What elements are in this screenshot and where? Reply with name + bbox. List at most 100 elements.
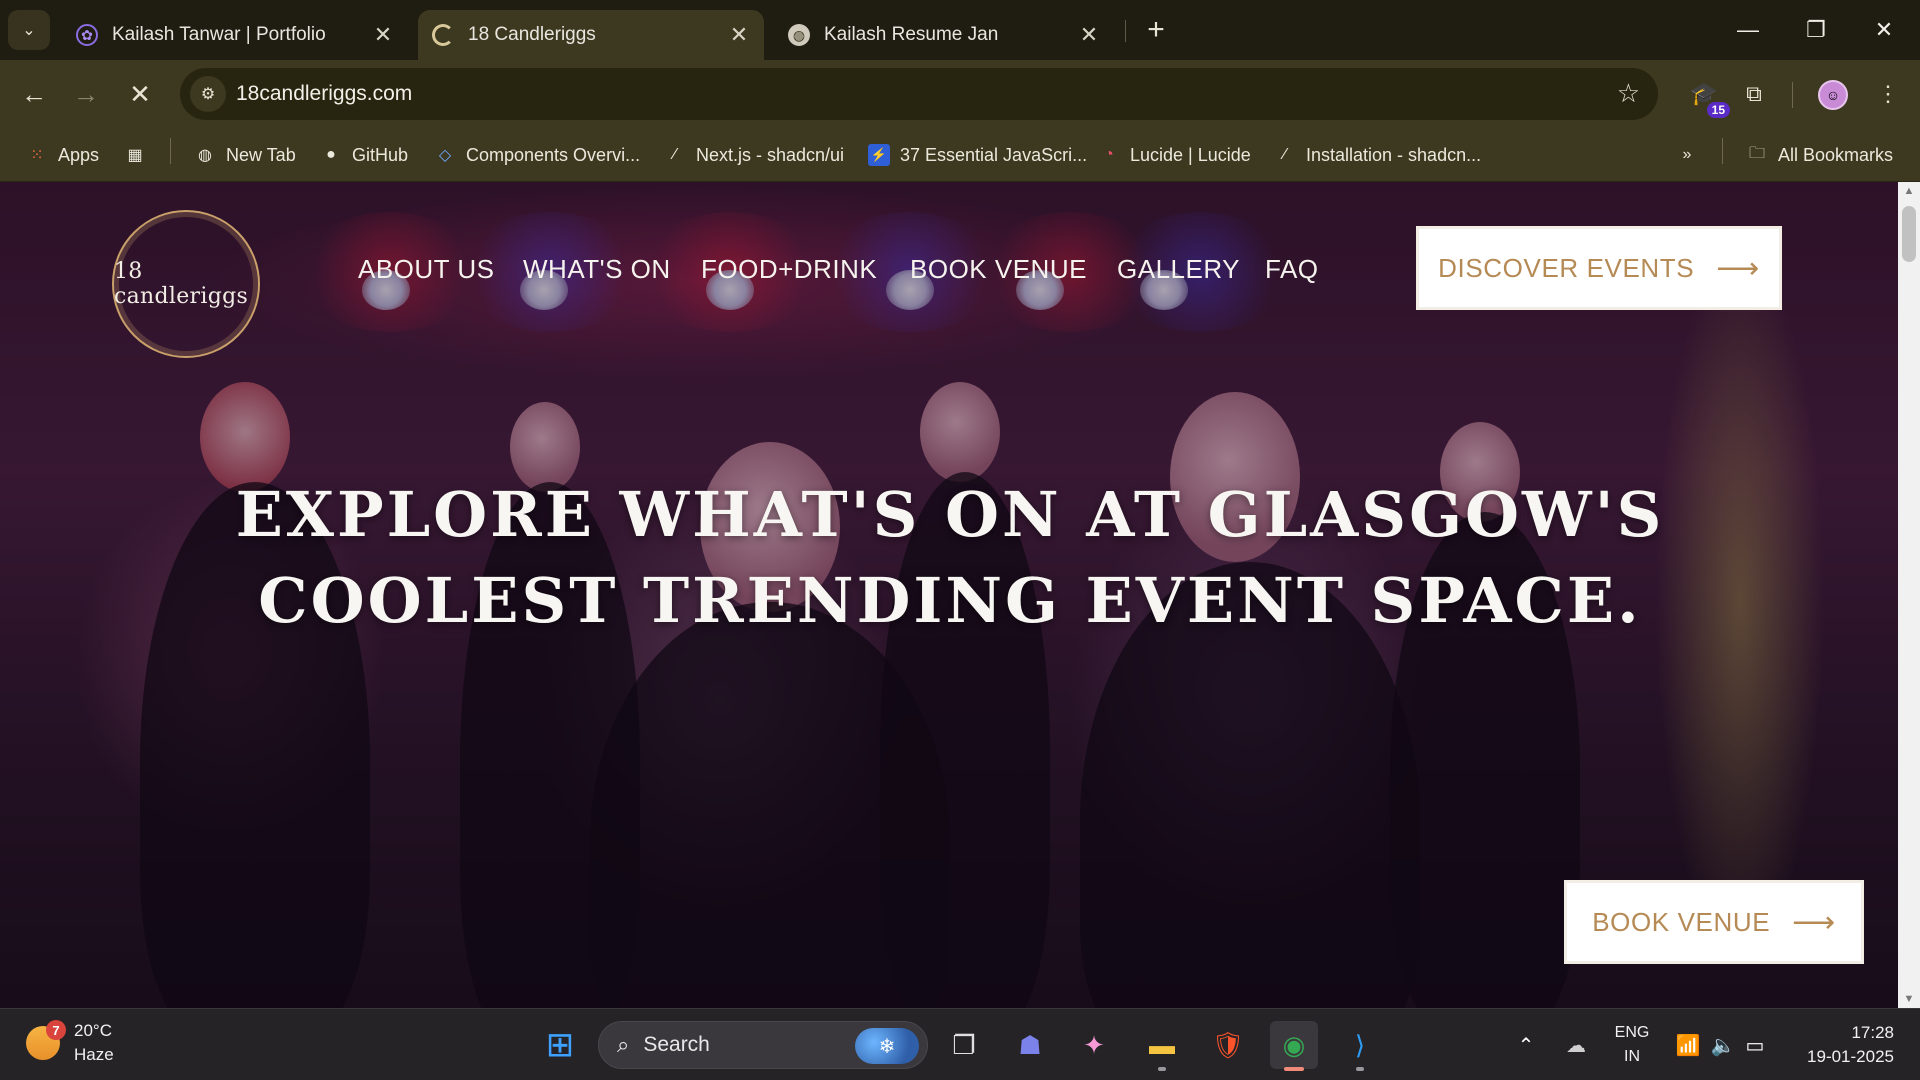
url-text[interactable]: 18candleriggs.com bbox=[236, 82, 412, 106]
nav-food-drink[interactable]: FOOD+DRINK bbox=[701, 254, 877, 285]
forward-button[interactable]: → bbox=[66, 74, 106, 114]
minimize-button[interactable]: — bbox=[1714, 8, 1782, 52]
quick-settings-button[interactable]: 📶 🔈 ▭ bbox=[1664, 1021, 1776, 1069]
close-tab-icon[interactable]: ✕ bbox=[728, 22, 750, 48]
bookmark-label: GitHub bbox=[352, 144, 409, 165]
close-tab-icon[interactable]: ✕ bbox=[372, 22, 394, 48]
bookmark-label: 37 Essential JavaScri... bbox=[900, 144, 1088, 165]
extensions-menu-button[interactable]: ⧉ bbox=[1736, 76, 1772, 112]
new-tab-button[interactable]: + bbox=[1138, 12, 1174, 48]
start-button[interactable]: ⊞ bbox=[536, 1021, 584, 1069]
extension-badge: 15 bbox=[1706, 102, 1730, 118]
scroll-up-icon[interactable]: ▲ bbox=[1898, 182, 1920, 200]
onedrive-button[interactable]: ☁ bbox=[1552, 1021, 1600, 1069]
windows-taskbar: 7 20°C Haze ⊞ ⌕ Search ❄ ❐ ☗ ✦ ▬ 🛡 ◉ ⟩ ⌃… bbox=[0, 1008, 1920, 1080]
arrow-right-icon: ⟶ bbox=[1716, 251, 1760, 285]
nav-book-venue[interactable]: BOOK VENUE bbox=[910, 254, 1087, 285]
show-hidden-icons-button[interactable]: ⌃ bbox=[1502, 1021, 1550, 1069]
arrow-left-icon: ← bbox=[21, 78, 47, 109]
globe-icon: ◍ bbox=[198, 147, 212, 164]
arrow-right-icon: ⟶ bbox=[1792, 905, 1836, 939]
bookmark-github[interactable]: ● GitHub bbox=[320, 140, 408, 170]
weather-temp: 20°C bbox=[74, 1021, 112, 1040]
taskbar-search[interactable]: ⌕ Search ❄ bbox=[598, 1021, 928, 1069]
task-view-button[interactable]: ❐ bbox=[940, 1021, 988, 1069]
page-scrollbar[interactable]: ▲ ▼ bbox=[1898, 182, 1920, 1008]
tab-separator bbox=[1125, 20, 1126, 42]
language-indicator[interactable]: ENG IN bbox=[1610, 1021, 1654, 1069]
system-clock[interactable]: 17:28 19-01-2025 bbox=[1794, 1021, 1894, 1069]
tab-resume[interactable]: ◍ Kailash Resume Jan ✕ bbox=[774, 10, 1114, 60]
tab-title: 18 Candleriggs bbox=[468, 24, 596, 45]
bookmark-apps[interactable]: ⁙ Apps bbox=[26, 140, 99, 170]
tab-search-button[interactable]: ⌄ bbox=[8, 10, 50, 50]
lucide-icon: ◔ bbox=[1104, 146, 1114, 163]
loading-spinner-icon bbox=[432, 24, 454, 46]
arrow-right-icon: → bbox=[73, 78, 99, 109]
close-tab-icon[interactable]: ✕ bbox=[1078, 22, 1100, 48]
weather-widget[interactable]: 7 20°C Haze bbox=[26, 1019, 114, 1067]
discover-events-button[interactable]: DISCOVER EVENTS ⟶ bbox=[1416, 226, 1782, 310]
nav-faq[interactable]: FAQ bbox=[1265, 254, 1319, 285]
extension-button[interactable]: 🎓 15 bbox=[1686, 76, 1730, 118]
bookmark-tab-groups[interactable]: ▦ bbox=[124, 140, 156, 170]
javascript-icon: ⚡ bbox=[868, 144, 890, 166]
bookmark-label: Installation - shadcn... bbox=[1306, 144, 1482, 165]
bookmark-label: Lucide | Lucide bbox=[1130, 144, 1251, 165]
site-info-button[interactable]: ⚙ bbox=[190, 76, 226, 112]
bookmark-label: Next.js - shadcn/ui bbox=[696, 144, 845, 165]
taskbar-search-label: Search bbox=[643, 1033, 710, 1056]
page-viewport: 18 candleriggs ABOUT US WHAT'S ON FOOD+D… bbox=[0, 182, 1898, 1008]
back-button[interactable]: ← bbox=[14, 74, 54, 114]
copilot-button[interactable]: ✦ bbox=[1070, 1021, 1118, 1069]
teams-button[interactable]: ☗ bbox=[1006, 1021, 1054, 1069]
bookmark-javascript[interactable]: ⚡ 37 Essential JavaScri... bbox=[868, 140, 1087, 170]
all-bookmarks-label: All Bookmarks bbox=[1778, 144, 1894, 165]
minimize-icon: — bbox=[1737, 17, 1759, 42]
address-bar[interactable]: ⚙ 18candleriggs.com ☆ bbox=[180, 68, 1658, 120]
tab-strip: ⌄ ✿ Kailash Tanwar | Portfolio ✕ 18 Cand… bbox=[0, 0, 1920, 60]
bookmark-installation-shadcn[interactable]: ⁄ Installation - shadcn... bbox=[1274, 140, 1481, 170]
chevron-double-right-icon: » bbox=[1682, 146, 1692, 163]
bookmark-new-tab[interactable]: ◍ New Tab bbox=[194, 140, 296, 170]
bookmark-label: Apps bbox=[58, 144, 100, 165]
cloud-offline-icon: ☁ bbox=[1566, 1034, 1586, 1057]
hero-title: EXPLORE WHAT'S ON AT GLASGOW'S COOLEST T… bbox=[235, 478, 1665, 637]
shadcn-icon: ⁄ bbox=[1283, 146, 1287, 163]
all-bookmarks-button[interactable]: 🗀 All Bookmarks bbox=[1746, 140, 1893, 170]
tab-portfolio[interactable]: ✿ Kailash Tanwar | Portfolio ✕ bbox=[62, 10, 408, 60]
site-logo[interactable]: 18 candleriggs bbox=[112, 210, 260, 358]
close-icon: ✕ bbox=[1874, 17, 1894, 42]
volume-icon: 🔈 bbox=[1710, 1034, 1736, 1057]
bookmark-components[interactable]: ◇ Components Overvi... bbox=[434, 140, 640, 170]
close-window-button[interactable]: ✕ bbox=[1850, 8, 1918, 52]
profile-avatar[interactable]: ☺ bbox=[1818, 80, 1848, 110]
scroll-down-icon[interactable]: ▼ bbox=[1898, 990, 1920, 1008]
book-venue-button[interactable]: BOOK VENUE ⟶ bbox=[1564, 880, 1864, 964]
bookmark-lucide[interactable]: ◔ Lucide | Lucide bbox=[1098, 140, 1251, 170]
book-venue-label: BOOK VENUE bbox=[1592, 906, 1771, 937]
file-explorer-button[interactable]: ▬ bbox=[1138, 1021, 1186, 1071]
browser-menu-button[interactable]: ⋮ bbox=[1870, 76, 1906, 112]
apps-grid-icon: ⁙ bbox=[30, 147, 44, 164]
nav-about-us[interactable]: ABOUT US bbox=[358, 254, 494, 285]
more-vertical-icon: ⋮ bbox=[1877, 81, 1899, 106]
scroll-thumb[interactable] bbox=[1902, 206, 1916, 262]
vscode-button[interactable]: ⟩ bbox=[1336, 1021, 1384, 1071]
bookmark-nextjs-shadcn[interactable]: ⁄ Next.js - shadcn/ui bbox=[664, 140, 844, 170]
bookmarks-overflow-button[interactable]: » bbox=[1676, 140, 1708, 170]
brave-button[interactable]: 🛡 bbox=[1204, 1021, 1252, 1069]
github-icon: ● bbox=[326, 146, 336, 163]
stop-loading-button[interactable]: ✕ bbox=[120, 74, 160, 114]
chevron-down-icon: ⌄ bbox=[22, 22, 36, 39]
nav-whats-on[interactable]: WHAT'S ON bbox=[523, 254, 671, 285]
chrome-button[interactable]: ◉ bbox=[1270, 1021, 1318, 1071]
globe-icon: ◍ bbox=[788, 24, 810, 46]
language-code: ENG bbox=[1614, 1024, 1650, 1041]
bookmark-star-icon[interactable]: ☆ bbox=[1617, 78, 1640, 109]
restore-button[interactable]: ❐ bbox=[1782, 8, 1850, 52]
nav-gallery[interactable]: GALLERY bbox=[1117, 254, 1240, 285]
tab-candleriggs[interactable]: 18 Candleriggs ✕ bbox=[418, 10, 764, 60]
chrome-icon: ◉ bbox=[1282, 1029, 1306, 1060]
clock-time: 17:28 bbox=[1851, 1023, 1894, 1042]
